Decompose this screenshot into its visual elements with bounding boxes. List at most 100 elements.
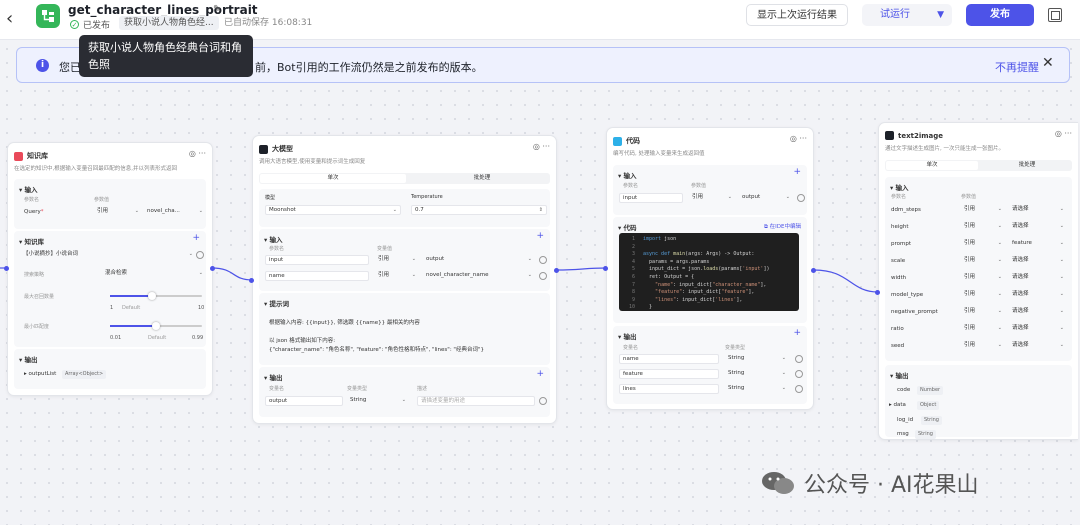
value-select[interactable]: 请选择 ⌄ bbox=[1009, 205, 1067, 215]
more-icon[interactable]: ◎ ··· bbox=[189, 149, 206, 158]
ref-select[interactable]: 引用 ⌄ bbox=[961, 290, 1005, 300]
add-input-icon[interactable]: + bbox=[793, 167, 801, 177]
value-select[interactable]: 请选择 ⌄ bbox=[1009, 324, 1067, 334]
min-score-slider[interactable] bbox=[110, 322, 202, 330]
caret-down-icon[interactable]: ▼ bbox=[937, 4, 944, 26]
output-type-select[interactable]: String ⌄ bbox=[347, 396, 409, 406]
knowledge-out-port[interactable] bbox=[210, 266, 215, 271]
max-recall-slider[interactable] bbox=[110, 292, 202, 300]
add-output-icon[interactable]: + bbox=[793, 328, 801, 338]
add-output-icon[interactable]: + bbox=[536, 369, 544, 379]
output-name-field[interactable]: lines bbox=[619, 384, 719, 394]
output-desc-input[interactable]: 请描述变量的用途 bbox=[417, 396, 535, 406]
ref-select[interactable]: 引用 ⌄ bbox=[961, 341, 1005, 351]
add-kb-icon[interactable]: + bbox=[192, 233, 200, 243]
input-name-field[interactable]: input bbox=[265, 255, 369, 265]
prompt-title-text: 提示词 bbox=[269, 300, 290, 308]
back-icon[interactable]: ‹ bbox=[6, 9, 20, 29]
remove-icon[interactable] bbox=[539, 256, 547, 264]
add-input-icon[interactable]: + bbox=[536, 231, 544, 241]
ref-select[interactable]: 引用 ⌄ bbox=[689, 193, 735, 203]
prompt-line[interactable]: {"character_name": "角色名称", "feature": "角… bbox=[269, 345, 484, 353]
dont-remind-link[interactable]: 不再提醒 bbox=[995, 59, 1039, 75]
ref-select[interactable]: 引用 ⌄ bbox=[961, 256, 1005, 266]
value-select[interactable]: 请选择 ⌄ bbox=[1009, 290, 1067, 300]
more-icon[interactable]: ◎ ··· bbox=[533, 142, 550, 151]
ref-select[interactable]: 引用 ⌄ bbox=[961, 205, 1005, 215]
text2image-node[interactable]: text2image ◎ ··· 通过文字描述生成图片, 一次只能生成一张图片。… bbox=[878, 122, 1078, 440]
remove-icon[interactable] bbox=[795, 385, 803, 393]
more-icon[interactable]: ◎ ··· bbox=[790, 134, 807, 143]
input-name-field[interactable]: input bbox=[619, 193, 683, 203]
value-select[interactable]: 请选择 ⌄ bbox=[1009, 222, 1067, 232]
output-type-select[interactable]: String ⌄ bbox=[725, 384, 789, 394]
description-tag[interactable]: 获取小说人物角色经... bbox=[119, 16, 219, 30]
code-out-port[interactable] bbox=[811, 268, 816, 273]
tab-batch[interactable]: 批处理 bbox=[981, 161, 1073, 170]
more-icon[interactable]: ◎ ··· bbox=[1055, 129, 1072, 138]
search-select[interactable]: 混合检索 ⌄ bbox=[102, 269, 206, 279]
output-name-field[interactable]: output bbox=[265, 396, 343, 406]
ref-select[interactable]: 引用 ⌄ bbox=[961, 222, 1005, 232]
remove-icon[interactable] bbox=[797, 194, 805, 202]
publish-button[interactable]: 发布 bbox=[966, 4, 1034, 26]
ref-select[interactable]: 引用 ⌄ bbox=[375, 271, 419, 281]
code-node[interactable]: 代码 ◎ ··· 编写代码, 处理输入变量来生成返回值 ▾ 输入 + 参数名 参… bbox=[606, 127, 814, 410]
remove-icon[interactable] bbox=[539, 272, 547, 280]
llm-node[interactable]: 大模型 ◎ ··· 调用大语言模型,使用变量和提示词生成回复 单次 批处理 模型… bbox=[252, 135, 557, 424]
prompt-line[interactable]: 根据输入内容: {{input}}, 筛选跟 {{name}} 最相关的内容 bbox=[269, 318, 420, 326]
code-editor[interactable]: 1 import json 2 3 async def main(args: Arg… bbox=[619, 233, 799, 311]
ref-select[interactable]: 引用 ⌄ bbox=[375, 255, 419, 265]
value-select[interactable]: output ⌄ bbox=[423, 255, 535, 265]
value-select[interactable]: output ⌄ bbox=[739, 193, 793, 203]
remove-icon[interactable] bbox=[795, 370, 803, 378]
code-in-port[interactable] bbox=[603, 266, 608, 271]
edit-icon[interactable]: ✎ bbox=[213, 4, 221, 15]
ref-select[interactable]: 引用 ⌄ bbox=[961, 307, 1005, 317]
info-icon: i bbox=[36, 59, 49, 72]
stepper-icon[interactable]: ⇕ bbox=[539, 206, 543, 214]
input-name-field[interactable]: name bbox=[265, 271, 369, 281]
value-text: output bbox=[426, 256, 445, 262]
image-in-port[interactable] bbox=[875, 290, 880, 295]
kb-item[interactable]: 【小说摘抄】小说台词 ⌄ bbox=[20, 250, 196, 260]
slider-knob[interactable] bbox=[148, 292, 156, 300]
temperature-input[interactable]: 0.7 ⇕ bbox=[411, 205, 547, 215]
prompt-line[interactable]: 以 json 格式输出如下内容: bbox=[269, 336, 335, 344]
value-select[interactable]: feature ⌄ bbox=[1009, 239, 1067, 249]
test-run-button[interactable]: 试运行 ▼ bbox=[862, 4, 952, 26]
knowledge-node[interactable]: 知识库 ◎ ··· 在选定的知识中,根据输入变量召回最匹配的信息,并以列表形式返… bbox=[7, 142, 213, 396]
slider-knob[interactable] bbox=[152, 322, 160, 330]
col-name: 变量名 bbox=[269, 386, 285, 392]
tab-batch[interactable]: 批处理 bbox=[409, 174, 555, 183]
show-last-run-button[interactable]: 显示上次运行结果 bbox=[746, 4, 848, 26]
remove-icon[interactable] bbox=[196, 251, 204, 259]
llm-in-port[interactable] bbox=[249, 278, 254, 283]
ref-value-select[interactable]: novel_cha... ⌄ bbox=[144, 207, 206, 217]
ref-select[interactable]: 引用 ⌄ bbox=[94, 207, 142, 217]
ref-select[interactable]: 引用 ⌄ bbox=[961, 239, 1005, 249]
value-select[interactable]: 请选择 ⌄ bbox=[1009, 273, 1067, 283]
remove-icon[interactable] bbox=[539, 397, 547, 405]
output-type-select[interactable]: String ⌄ bbox=[725, 369, 789, 379]
ref-select[interactable]: 引用 ⌄ bbox=[961, 324, 1005, 334]
value-select[interactable]: 请选择 ⌄ bbox=[1009, 307, 1067, 317]
close-icon[interactable]: ✕ bbox=[1042, 55, 1054, 71]
edit-in-ide-link[interactable]: ⧉ 在IDE中编辑 bbox=[764, 222, 801, 231]
tab-single[interactable]: 单次 bbox=[886, 161, 978, 170]
output-name-field[interactable]: name bbox=[619, 354, 719, 364]
value-select[interactable]: 请选择 ⌄ bbox=[1009, 341, 1067, 351]
knowledge-in-port[interactable] bbox=[4, 266, 9, 271]
output-type-select[interactable]: String ⌄ bbox=[725, 354, 789, 364]
value-select[interactable]: 请选择 ⌄ bbox=[1009, 256, 1067, 266]
tab-single[interactable]: 单次 bbox=[260, 174, 406, 183]
llm-out-port[interactable] bbox=[554, 268, 559, 273]
value-select[interactable]: novel_character_name ⌄ bbox=[423, 271, 535, 281]
output-name-field[interactable]: feature bbox=[619, 369, 719, 379]
remove-icon[interactable] bbox=[795, 355, 803, 363]
output-type-badge: Array<Object> bbox=[62, 370, 107, 379]
copy-icon[interactable] bbox=[1048, 8, 1062, 22]
col-value: 参数值 bbox=[94, 197, 110, 203]
model-select[interactable]: Moonshot ⌄ bbox=[265, 205, 401, 215]
ref-select[interactable]: 引用 ⌄ bbox=[961, 273, 1005, 283]
